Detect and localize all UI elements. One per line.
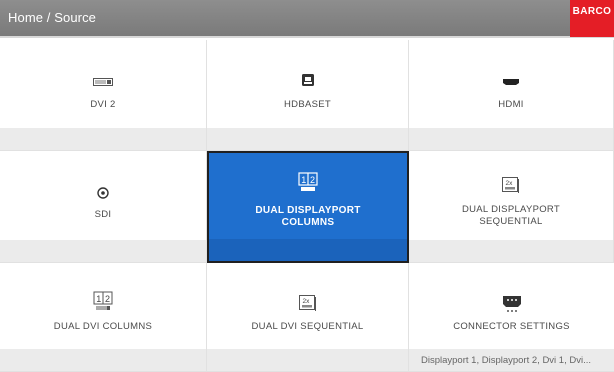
source-tile-dvi2[interactable]: DVI 2 (0, 40, 207, 151)
sdi-connector-icon (0, 187, 206, 199)
tile-footer (209, 239, 407, 261)
tile-footer (207, 349, 408, 371)
connector-summary: Displayport 1, Displayport 2, Dvi 1, Dvi… (409, 349, 614, 371)
header-bar: Home / Source BARCO (0, 0, 614, 38)
tile-footer (409, 128, 613, 150)
tile-footer (0, 128, 206, 150)
svg-text:2: 2 (105, 294, 110, 304)
source-tile-hdmi[interactable]: HDMI (409, 40, 614, 151)
tile-label: DUAL DISPLAYPORT SEQUENTIAL (461, 204, 561, 227)
source-tile-hdbaset[interactable]: HDBASET (207, 40, 409, 151)
hdbaset-connector-icon (207, 74, 408, 86)
tile-footer (207, 128, 408, 150)
tile-footer (0, 349, 206, 371)
tile-label: DVI 2 (90, 99, 116, 110)
dual-columns-icon: 12 (209, 172, 407, 192)
svg-text:2: 2 (310, 175, 315, 185)
breadcrumb[interactable]: Home / Source (8, 10, 96, 25)
hdmi-connector-icon (409, 78, 613, 86)
tile-label: SDI (94, 209, 112, 220)
barco-logo: BARCO (570, 0, 614, 37)
source-tile-dual-dvi-columns[interactable]: 12 DUAL DVI COLUMNS (0, 263, 207, 372)
svg-text:2x: 2x (506, 180, 514, 187)
dual-dvi-columns-icon: 12 (0, 291, 206, 311)
source-tile-dual-displayport-sequential[interactable]: 2x DUAL DISPLAYPORT SEQUENTIAL (409, 151, 614, 263)
tile-label: DUAL DISPLAYPORT COLUMNS (255, 205, 361, 228)
tile-label: DUAL DVI SEQUENTIAL (251, 321, 364, 332)
tile-label: HDBASET (284, 99, 331, 110)
tile-label: DUAL DVI COLUMNS (53, 321, 153, 332)
dual-dvi-sequential-icon: 2x (207, 294, 408, 312)
svg-text:1: 1 (301, 175, 306, 185)
svg-text:2x: 2x (302, 298, 310, 305)
dvi-connector-icon (0, 78, 206, 86)
source-tile-connector-settings[interactable]: CONNECTOR SETTINGS Displayport 1, Displa… (409, 263, 614, 372)
source-tile-dual-displayport-columns[interactable]: 12 DUAL DISPLAYPORT COLUMNS (207, 151, 409, 263)
source-grid: DVI 2 HDBASET HDMI SDI 1 2 DUAL DISPLAYP… (0, 40, 614, 372)
tile-label: HDMI (498, 99, 524, 110)
tile-footer (0, 240, 206, 262)
connector-settings-icon (409, 295, 614, 313)
dual-sequential-icon: 2x (409, 176, 613, 194)
tile-label: CONNECTOR SETTINGS (453, 321, 570, 332)
tile-footer (409, 240, 613, 262)
svg-text:1: 1 (96, 294, 101, 304)
source-tile-dual-dvi-sequential[interactable]: 2x DUAL DVI SEQUENTIAL (207, 263, 409, 372)
source-tile-sdi[interactable]: SDI (0, 151, 207, 263)
